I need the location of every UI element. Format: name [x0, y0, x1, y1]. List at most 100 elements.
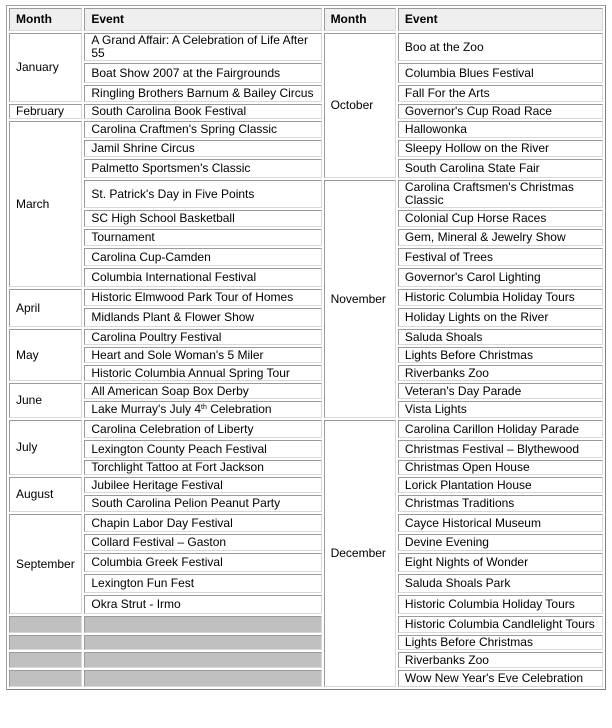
header-month-left: Month [9, 8, 83, 31]
event-cell: Saluda Shoals [397, 329, 603, 345]
month-october: October [323, 33, 396, 178]
header-month-right: Month [323, 8, 396, 31]
empty-cell [84, 616, 322, 633]
table-row: Tournament Gem, Mineral & Jewelry Show [9, 229, 603, 246]
month-january: January [9, 33, 83, 102]
month-july: July [9, 420, 83, 475]
event-cell: Boat Show 2007 at the Fairgrounds [84, 63, 322, 83]
event-cell: South Carolina Pelion Peanut Party [84, 495, 322, 512]
event-cell: A Grand Affair: A Celebration of Life Af… [84, 33, 322, 61]
event-cell: Midlands Plant & Flower Show [84, 308, 322, 327]
table-row: Midlands Plant & Flower Show Holiday Lig… [9, 308, 603, 327]
event-cell: Columbia Greek Festival [84, 553, 322, 572]
table-row: March Carolina Craftmen's Spring Classic… [9, 121, 603, 287]
event-cell: Lorick Plantation House [397, 477, 603, 493]
table-row: Lake Murray's July 4th Celebration Vista… [9, 401, 603, 418]
event-cell: Historic Columbia Holiday Tours [397, 289, 603, 306]
event-cell: Eight Nights of Wonder [397, 553, 603, 572]
empty-cell [84, 635, 322, 650]
event-cell: Boo at the Zoo [397, 33, 603, 61]
event-cell: Palmetto Sportsmen's Classic [84, 159, 322, 178]
empty-cell [84, 652, 322, 668]
event-cell: Colonial Cup Horse Races [397, 210, 603, 227]
event-cell: Wow New Year's Eve Celebration [397, 670, 603, 687]
empty-cell [9, 652, 83, 668]
table-row: Historic Columbia Candlelight Tours [9, 616, 603, 633]
month-june: June [9, 383, 83, 418]
event-cell: Torchlight Tattoo at Fort Jackson [84, 460, 322, 475]
event-cell: Lexington Fun Fest [84, 574, 322, 593]
table-row: April Historic Elmwood Park Tour of Home… [9, 289, 603, 327]
table-row: Ringling Brothers Barnum & Bailey Circus… [9, 85, 603, 102]
event-cell: Carolina Celebration of Liberty [84, 420, 322, 438]
month-august: August [9, 477, 83, 512]
table-row: August Jubilee Heritage Festival Lorick … [9, 477, 603, 512]
empty-cell [9, 670, 83, 687]
event-cell: Ringling Brothers Barnum & Bailey Circus [84, 85, 322, 102]
header-event-left: Event [84, 8, 322, 31]
table-row: Lexington County Peach Festival Christma… [9, 440, 603, 458]
event-cell: Carolina Carillon Holiday Parade [397, 420, 603, 438]
table-row: Heart and Sole Woman's 5 Miler Lights Be… [9, 347, 603, 363]
event-cell: All American Soap Box Derby [84, 383, 322, 399]
empty-cell [9, 616, 83, 633]
event-cell: Historic Columbia Candlelight Tours [397, 616, 603, 633]
event-text-rest: Celebration [206, 402, 272, 416]
event-cell: Collard Festival – Gaston [84, 534, 322, 551]
table-row: September Chapin Labor Day Festival Cayc… [9, 514, 603, 614]
table-row: June All American Soap Box Derby Veteran… [9, 383, 603, 418]
event-cell: Tournament [84, 229, 322, 246]
table-row: Historic Columbia Annual Spring Tour Riv… [9, 365, 603, 381]
table-row: Columbia Greek Festival Eight Nights of … [9, 553, 603, 572]
table-row: Torchlight Tattoo at Fort Jackson Christ… [9, 460, 603, 475]
table-row: Wow New Year's Eve Celebration [9, 670, 603, 687]
header-row: Month Event Month Event [9, 8, 603, 31]
month-may: May [9, 329, 83, 381]
event-cell: Riverbanks Zoo [397, 652, 603, 668]
table-row: Boat Show 2007 at the Fairgrounds Columb… [9, 63, 603, 83]
event-cell: Lexington County Peach Festival [84, 440, 322, 458]
table-row: Jamil Shrine Circus Sleepy Hollow on the… [9, 140, 603, 157]
table-row: Collard Festival – Gaston Devine Evening [9, 534, 603, 551]
month-september: September [9, 514, 83, 614]
event-cell: Carolina Cup-Camden [84, 248, 322, 266]
event-cell: Cayce Historical Museum [397, 514, 603, 532]
table-row: Lights Before Christmas [9, 635, 603, 650]
event-cell: Okra Strut - Irmo [84, 595, 322, 614]
table-row: July Carolina Celebration of Liberty Dec… [9, 420, 603, 687]
event-cell: Historic Columbia Holiday Tours [397, 595, 603, 614]
event-cell: Saluda Shoals Park [397, 574, 603, 593]
table-row: Riverbanks Zoo [9, 652, 603, 668]
event-cell: Carolina Craftmen's Spring Classic [84, 121, 322, 138]
event-cell: Lights Before Christmas [397, 635, 603, 650]
event-cell: Veteran's Day Parade [397, 383, 603, 399]
event-cell: Christmas Traditions [397, 495, 603, 512]
table-row: February South Carolina Book Festival Go… [9, 104, 603, 119]
event-cell: Governor's Carol Lighting [397, 268, 603, 287]
event-cell: Sleepy Hollow on the River [397, 140, 603, 157]
empty-cell [84, 670, 322, 687]
event-cell: Fall For the Arts [397, 85, 603, 102]
table-row: January A Grand Affair: A Celebration of… [9, 33, 603, 178]
event-cell: Governor's Cup Road Race [397, 104, 603, 119]
event-cell: Chapin Labor Day Festival [84, 514, 322, 532]
event-cell: Hallowonka [397, 121, 603, 138]
event-text: Lake Murray's July 4 [91, 402, 202, 416]
event-cell: Riverbanks Zoo [397, 365, 603, 381]
empty-cell [9, 635, 83, 650]
event-cell: Columbia International Festival [84, 268, 322, 287]
table-row: SC High School Basketball Colonial Cup H… [9, 210, 603, 227]
table-row: Palmetto Sportsmen's Classic South Carol… [9, 159, 603, 178]
month-march: March [9, 121, 83, 287]
table-row: South Carolina Pelion Peanut Party Chris… [9, 495, 603, 512]
event-cell: St. Patrick's Day in Five Points [84, 180, 322, 208]
event-cell: Historic Elmwood Park Tour of Homes [84, 289, 322, 306]
event-cell: Historic Columbia Annual Spring Tour [84, 365, 322, 381]
event-cell: Holiday Lights on the River [397, 308, 603, 327]
events-table: Month Event Month Event January A Grand … [6, 5, 606, 690]
event-cell: Carolina Craftsmen's Christmas Classic [397, 180, 603, 208]
month-april: April [9, 289, 83, 327]
month-november: November [323, 180, 396, 418]
event-cell: Festival of Trees [397, 248, 603, 266]
event-cell: Christmas Open House [397, 460, 603, 475]
